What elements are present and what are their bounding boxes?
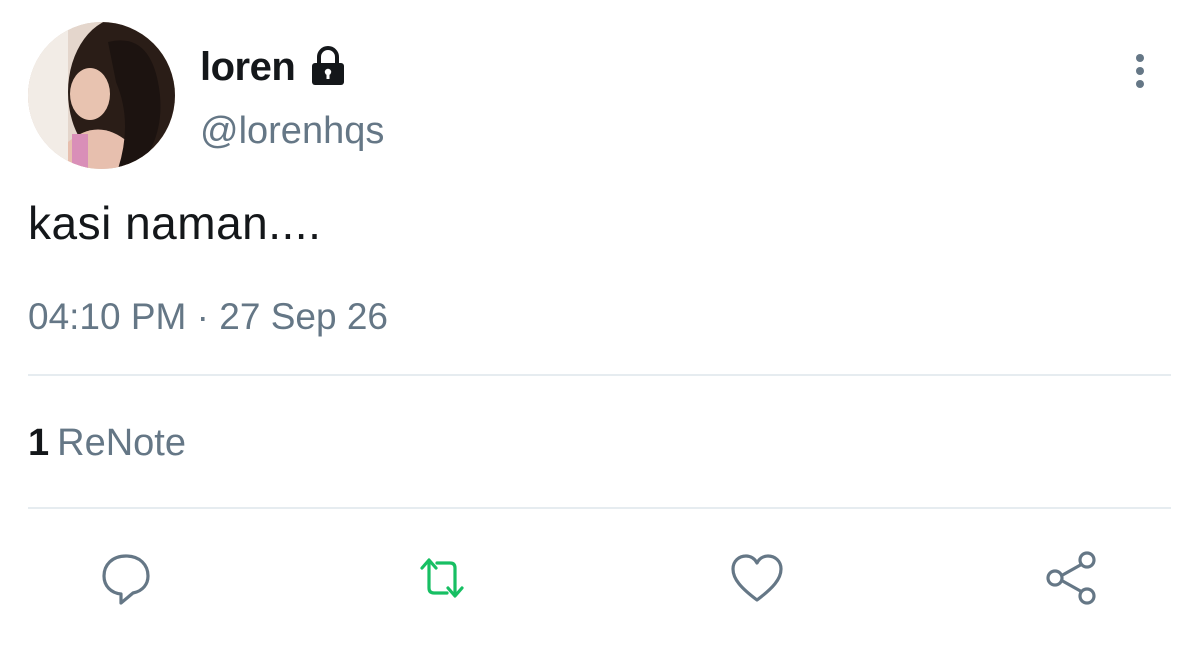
renote-stats[interactable]: 1 ReNote bbox=[28, 422, 186, 465]
user-handle[interactable]: @lorenhqs bbox=[200, 110, 384, 153]
post-card: loren @lorenhqs kasi naman.... 04:10 PM … bbox=[0, 0, 1200, 663]
share-button[interactable] bbox=[1042, 548, 1102, 608]
post-date: 27 Sep 26 bbox=[219, 296, 388, 337]
lock-icon bbox=[312, 46, 345, 85]
heart-icon bbox=[731, 554, 783, 602]
speech-bubble-icon bbox=[102, 554, 150, 605]
post-text: kasi naman.... bbox=[28, 197, 322, 249]
like-button[interactable] bbox=[727, 548, 787, 608]
share-nodes-icon bbox=[1046, 551, 1096, 605]
renote-button[interactable] bbox=[412, 548, 472, 608]
repeat-arrows-icon bbox=[420, 558, 464, 598]
post-timestamp[interactable]: 04:10 PM · 27 Sep 26 bbox=[28, 296, 388, 338]
divider bbox=[28, 507, 1171, 509]
display-name[interactable]: loren bbox=[200, 45, 296, 90]
post-time: 04:10 PM bbox=[28, 296, 187, 337]
renote-count: 1 bbox=[28, 422, 50, 464]
meta-separator: · bbox=[186, 296, 220, 337]
avatar[interactable] bbox=[28, 22, 175, 169]
name-row: loren bbox=[200, 44, 351, 90]
renote-label: ReNote bbox=[57, 422, 186, 464]
reply-button[interactable] bbox=[96, 548, 156, 608]
vertical-dots-icon[interactable] bbox=[1126, 52, 1154, 92]
divider bbox=[28, 374, 1171, 376]
